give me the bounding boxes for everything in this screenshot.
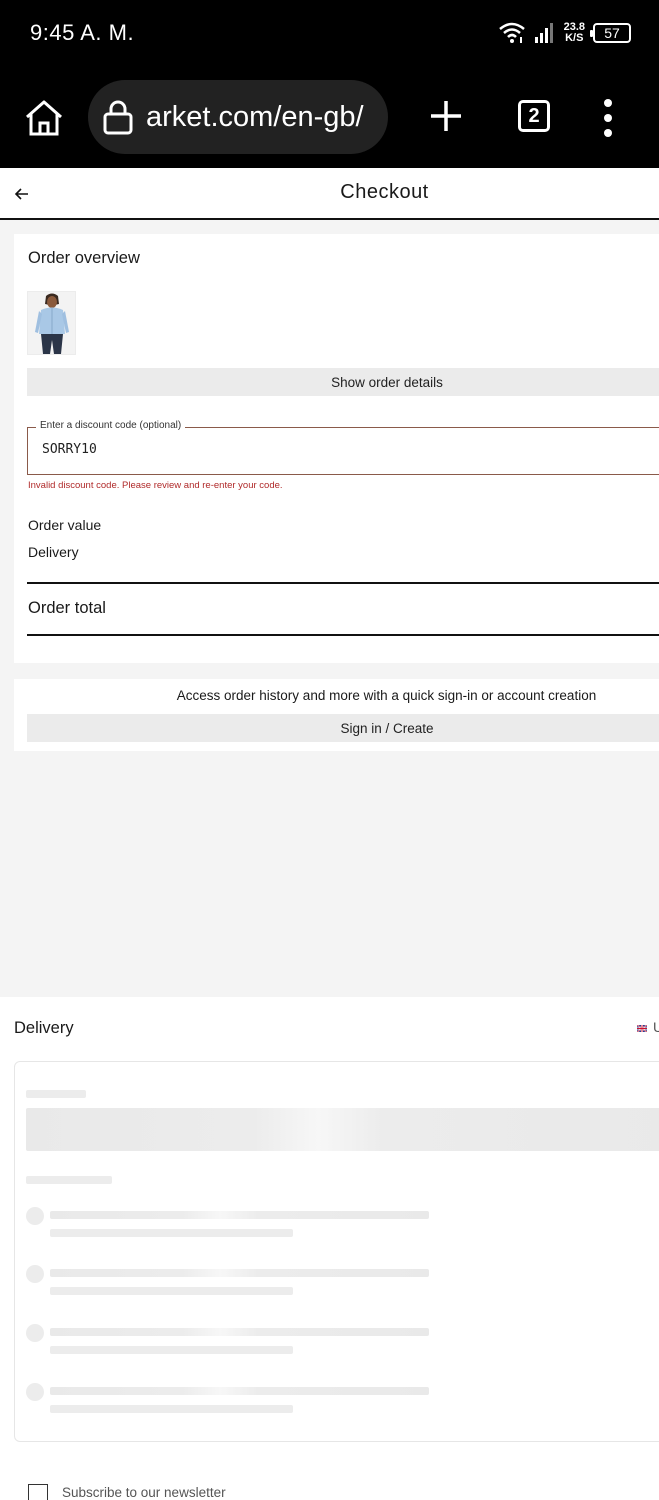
network-speed-unit: K/S [565,32,584,44]
status-time: 9:45 A. M. [30,20,135,45]
sign-in-create-button[interactable]: Sign in / Create [27,714,659,742]
skeleton-line [26,1176,112,1184]
sign-in-create-label: Sign in / Create [340,720,434,736]
address-bar[interactable]: arket.com/en-gb/ [88,80,388,154]
more-vert-icon[interactable] [596,96,620,140]
skeleton-line [50,1328,429,1336]
discount-code-field[interactable]: Enter a discount code (optional) [27,420,659,475]
skeleton-line [50,1405,293,1413]
delivery-heading: Delivery [14,1019,74,1037]
skeleton-line [50,1229,293,1237]
skeleton-radio [26,1265,44,1283]
url-text: arket.com/en-gb/ [146,100,364,133]
skeleton-radio [26,1207,44,1225]
country-selector[interactable]: U [653,1019,659,1035]
delivery-loading-skeleton [14,1061,659,1442]
battery-icon: 57 [590,23,631,43]
signal-icon [534,23,553,43]
tab-count: 2 [528,104,540,127]
show-order-details-button[interactable]: Show order details [27,368,659,396]
account-card: Access order history and more with a qui… [14,679,659,751]
skeleton-radio [26,1324,44,1342]
order-value-label: Order value [28,517,102,533]
lock-icon [103,100,133,135]
skeleton-line [50,1287,293,1295]
newsletter-row: Subscribe to our newsletter [14,1467,659,1500]
home-icon[interactable] [22,96,66,140]
show-order-details-label: Show order details [331,374,443,390]
discount-code-label: Enter a discount code (optional) [36,420,186,431]
delivery-section: Delivery U Subscribe to our newsletter [0,997,659,1500]
divider [27,634,659,636]
checkout-header: Checkout [0,168,659,220]
battery-level: 57 [604,25,620,41]
skeleton-line [50,1387,429,1395]
newsletter-label: Subscribe to our newsletter [62,1485,226,1500]
new-tab-plus-icon[interactable] [426,96,466,136]
tab-switcher-button[interactable]: 2 [518,100,550,132]
divider [27,582,659,584]
delivery-cost-label: Delivery [28,544,79,560]
network-speed: 23.8 K/S [564,22,585,44]
skeleton-line [50,1269,429,1277]
wifi-icon [498,22,525,43]
order-overview-heading: Order overview [28,249,140,267]
discount-error-message: Invalid discount code. Please review and… [28,480,283,491]
skeleton-radio [26,1383,44,1401]
status-bar: 9:45 A. M. 23.8 K/S 57 [0,0,659,68]
newsletter-checkbox[interactable] [28,1484,48,1500]
product-thumbnail[interactable] [27,291,76,355]
uk-flag-icon[interactable] [637,1025,647,1032]
skeleton-line [50,1211,429,1219]
skeleton-line [26,1090,86,1098]
page-title: Checkout [340,181,429,203]
skeleton-line [50,1346,293,1354]
order-overview-card: Order overview Show order details Enter … [14,234,659,663]
order-total-label: Order total [28,599,106,617]
discount-code-input[interactable] [42,442,342,457]
account-message: Access order history and more with a qui… [176,688,597,703]
skeleton-block [26,1108,659,1151]
product-image [28,292,75,354]
browser-toolbar: arket.com/en-gb/ 2 [0,68,659,168]
status-icons: 23.8 K/S 57 [498,18,631,48]
